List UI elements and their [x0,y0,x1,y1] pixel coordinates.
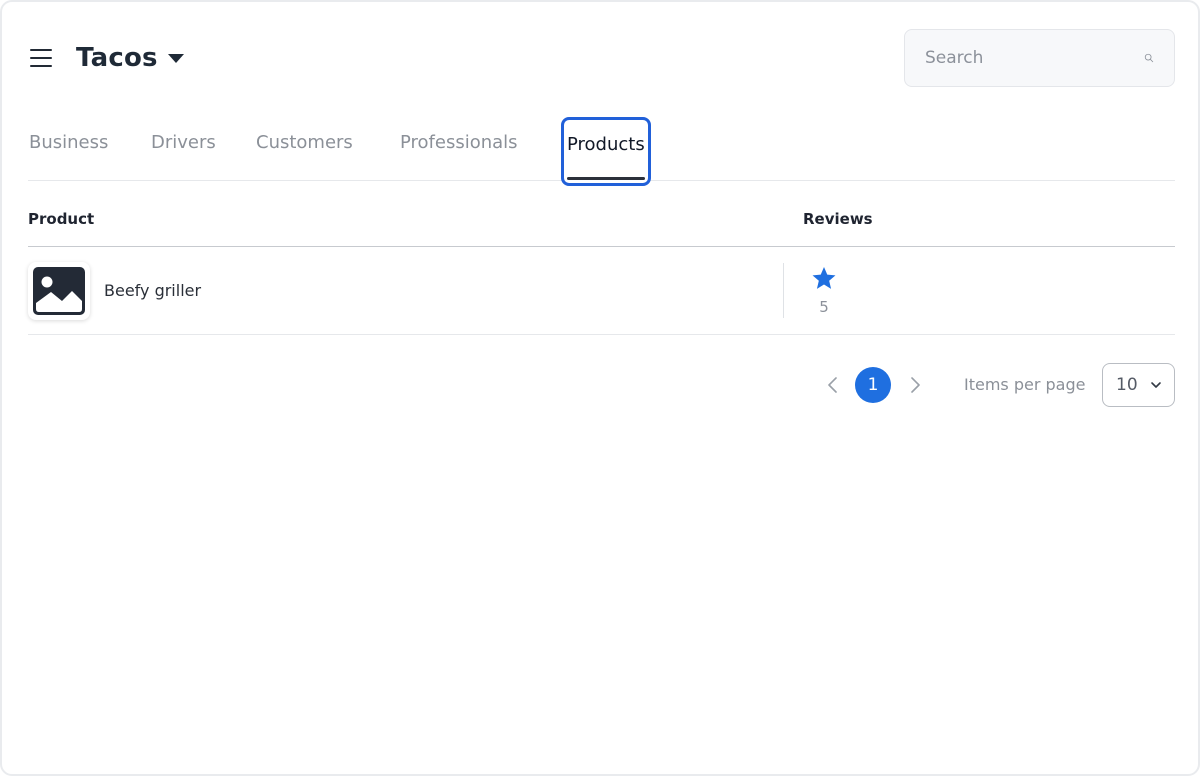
search-box[interactable] [904,29,1175,87]
page-button-1[interactable]: 1 [855,367,891,403]
chevron-right-icon[interactable] [905,374,925,396]
tab-products[interactable]: Products [561,117,651,186]
column-header-reviews: Reviews [803,210,873,228]
items-per-page-label: Items per page [964,375,1086,394]
star-icon [812,267,836,289]
column-header-product: Product [28,210,95,228]
product-name[interactable]: Beefy griller [104,281,201,300]
business-selector[interactable]: Tacos [76,40,184,76]
column-divider [783,263,784,318]
page-title: Tacos [76,43,158,73]
review-rating: 5 [810,265,838,316]
items-per-page-select[interactable]: 10 [1102,363,1175,407]
tab-business[interactable]: Business [29,132,108,153]
tab-bar: Business Drivers Customers Professionals… [28,112,1175,186]
rating-value: 5 [819,298,829,316]
chevron-left-icon[interactable] [823,374,843,396]
image-placeholder-icon [33,267,85,315]
search-icon[interactable] [1144,46,1154,70]
caret-down-icon [167,53,184,63]
chevron-down-icon [1151,382,1161,388]
tab-drivers[interactable]: Drivers [151,132,216,153]
table-row[interactable]: Beefy griller 5 [28,247,1175,335]
search-input[interactable] [925,48,1144,68]
tab-customers[interactable]: Customers [256,132,353,153]
items-per-page-value: 10 [1116,375,1138,395]
app-frame: Tacos Business Drivers Customers Profess… [0,0,1200,776]
active-tab-indicator [567,177,645,180]
hamburger-menu-icon[interactable] [28,46,54,70]
product-thumbnail [28,262,90,320]
tab-professionals[interactable]: Professionals [400,132,518,153]
tab-products-label: Products [567,134,645,155]
